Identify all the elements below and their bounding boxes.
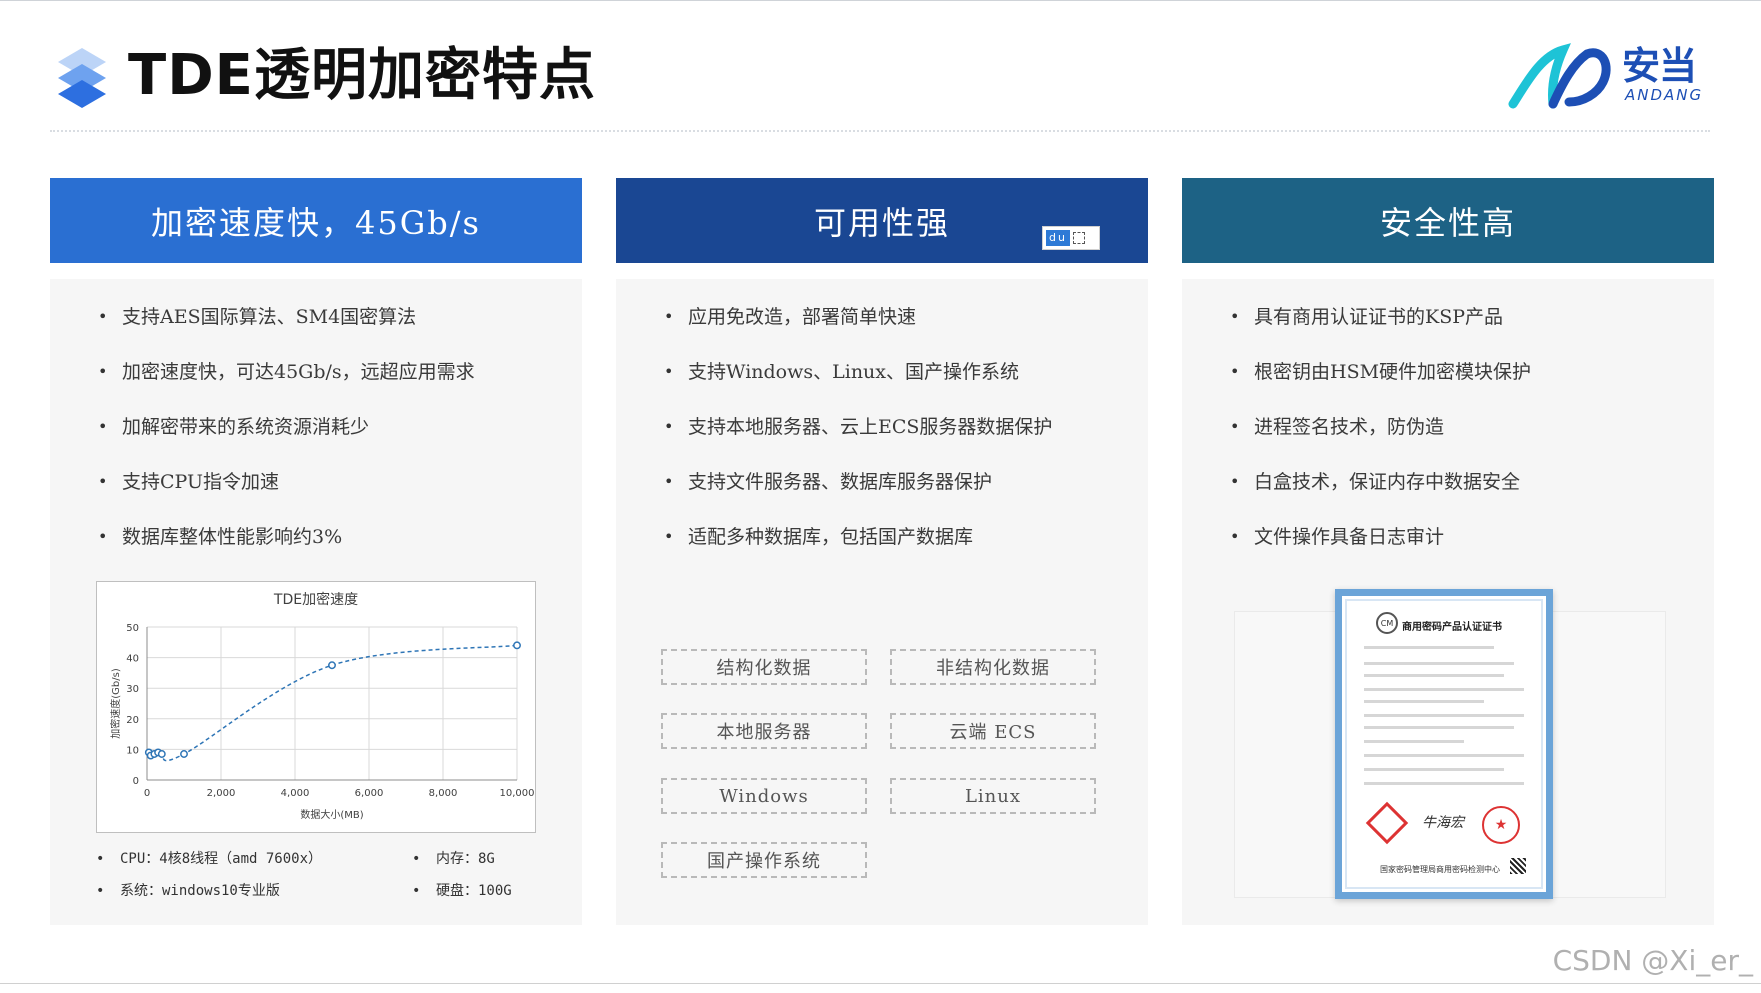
cert-emblem-icon bbox=[1365, 801, 1409, 845]
chart-y-label: 加密速度(Gb/s) bbox=[109, 668, 122, 739]
certificate-image: CM 商用密码产品认证证书 牛海宏 ★ 国家密码管理局商用密码检测中心 bbox=[1335, 589, 1553, 899]
list-item: 支持文件服务器、数据库服务器保护 bbox=[664, 466, 1148, 521]
chart-y-tick-label: 0 bbox=[133, 776, 139, 787]
cert-text-line bbox=[1364, 726, 1514, 729]
tag-domestic-os: 国产操作系统 bbox=[661, 842, 867, 878]
andang-mark-icon bbox=[1508, 43, 1611, 109]
brand-name: 安当 bbox=[1622, 44, 1697, 88]
speed-chart-svg: 0 2,000 4,000 6,000 8,000 10,000 0 10 20 30 40 50 TD… bbox=[109, 591, 535, 821]
cert-text-line bbox=[1364, 782, 1524, 785]
cert-text-line bbox=[1364, 646, 1494, 649]
du-badge[interactable]: du bbox=[1042, 226, 1100, 250]
tag-structured-data: 结构化数据 bbox=[661, 649, 867, 685]
column-heading: 安全性高 bbox=[1182, 178, 1714, 263]
list-item: 支持Windows、Linux、国产操作系统 bbox=[664, 356, 1148, 411]
chart-x-tick-label: 10,000 bbox=[500, 788, 535, 799]
cert-seal-icon: ★ bbox=[1482, 806, 1520, 844]
top-rule bbox=[0, 0, 1761, 1]
chart-data-point bbox=[157, 750, 166, 758]
list-item: 根密钥由HSM硬件加密模块保护 bbox=[1230, 356, 1714, 411]
cert-text-line bbox=[1364, 754, 1524, 757]
cert-title: 商用密码产品认证证书 bbox=[1402, 622, 1502, 633]
cert-footer: 国家密码管理局商用密码检测中心 bbox=[1380, 865, 1500, 874]
column-heading: 加密速度快，45Gb/s bbox=[50, 178, 582, 263]
brand-logo: 安当 ANDANG bbox=[1507, 42, 1707, 112]
page-title: TDE透明加密特点 bbox=[128, 43, 596, 108]
list-item: 支持AES国际算法、SM4国密算法 bbox=[98, 301, 582, 356]
chart-y-tick-label: 20 bbox=[126, 715, 139, 726]
chart-title: TDE加密速度 bbox=[273, 591, 358, 608]
tag-local-server: 本地服务器 bbox=[661, 713, 867, 749]
list-item: 支持CPU指令加速 bbox=[98, 466, 582, 521]
column-speed: 加密速度快，45Gb/s 支持AES国际算法、SM4国密算法 加密速度快，可达4… bbox=[50, 178, 582, 925]
scan-icon bbox=[1072, 232, 1085, 244]
chart-data-point bbox=[513, 641, 521, 650]
list-item: 加解密带来的系统资源消耗少 bbox=[98, 411, 582, 466]
tag-cloud-ecs: 云端 ECS bbox=[890, 713, 1096, 749]
feature-list: 支持AES国际算法、SM4国密算法 加密速度快，可达45Gb/s，远超应用需求 … bbox=[50, 279, 582, 576]
list-item: 适配多种数据库，包括国产数据库 bbox=[664, 521, 1148, 576]
brand-name-en: ANDANG bbox=[1625, 86, 1704, 104]
chart-x-tick-label: 0 bbox=[144, 788, 150, 799]
spec-os: 系统：windows10专业版 bbox=[96, 881, 280, 901]
spec-cpu: CPU：4核8线程（amd 7600x） bbox=[96, 849, 322, 869]
list-item: 支持本地服务器、云上ECS服务器数据保护 bbox=[664, 411, 1148, 466]
cert-text-line bbox=[1364, 740, 1464, 743]
list-item: 应用免改造，部署简单快速 bbox=[664, 301, 1148, 356]
column-heading-text: 可用性强 bbox=[813, 203, 950, 242]
chart-y-tick-label: 50 bbox=[126, 623, 139, 634]
spec-disk: 硬盘：100G bbox=[412, 881, 512, 901]
list-item: 数据库整体性能影响约3% bbox=[98, 521, 582, 576]
feature-list: 具有商用认证证书的KSP产品 根密钥由HSM硬件加密模块保护 进程签名技术，防伪… bbox=[1182, 279, 1714, 576]
chart-y-tick-label: 10 bbox=[126, 745, 139, 756]
chart-x-tick-label: 2,000 bbox=[207, 788, 236, 799]
chart-x-tick-label: 6,000 bbox=[355, 788, 384, 799]
cert-text-line bbox=[1364, 768, 1504, 771]
column-body: 应用免改造，部署简单快速 支持Windows、Linux、国产操作系统 支持本地… bbox=[616, 279, 1148, 925]
list-item: 文件操作具备日志审计 bbox=[1230, 521, 1714, 576]
header-divider bbox=[50, 130, 1710, 132]
speed-chart: 0 2,000 4,000 6,000 8,000 10,000 0 10 20 30 40 50 TD… bbox=[96, 581, 536, 833]
cert-logo-icon: CM bbox=[1376, 612, 1398, 634]
chart-x-tick-label: 8,000 bbox=[429, 788, 458, 799]
spec-memory: 内存：8G bbox=[412, 849, 495, 869]
feature-list: 应用免改造，部署简单快速 支持Windows、Linux、国产操作系统 支持本地… bbox=[616, 279, 1148, 576]
layers-icon bbox=[58, 48, 106, 108]
column-security: 安全性高 具有商用认证证书的KSP产品 根密钥由HSM硬件加密模块保护 进程签名… bbox=[1182, 178, 1714, 925]
chart-y-tick-label: 40 bbox=[126, 654, 139, 665]
chart-x-label: 数据大小(MB) bbox=[300, 808, 363, 821]
column-body: 具有商用认证证书的KSP产品 根密钥由HSM硬件加密模块保护 进程签名技术，防伪… bbox=[1182, 279, 1714, 925]
list-item: 具有商用认证证书的KSP产品 bbox=[1230, 301, 1714, 356]
cert-text-line bbox=[1364, 688, 1524, 691]
bottom-rule bbox=[0, 983, 1761, 984]
chart-data-point bbox=[180, 750, 188, 758]
chart-data-point bbox=[328, 661, 336, 670]
list-item: 加密速度快，可达45Gb/s，远超应用需求 bbox=[98, 356, 582, 411]
list-item: 进程签名技术，防伪造 bbox=[1230, 411, 1714, 466]
column-availability: 可用性强 du 应用免改造，部署简单快速 支持Windows、Linux、国产操… bbox=[616, 178, 1148, 925]
cert-text-line bbox=[1364, 674, 1504, 677]
du-icon: du bbox=[1046, 230, 1070, 246]
chart-x-tick-label: 4,000 bbox=[281, 788, 310, 799]
column-body: 支持AES国际算法、SM4国密算法 加密速度快，可达45Gb/s，远超应用需求 … bbox=[50, 279, 582, 925]
cert-text-line bbox=[1364, 662, 1514, 665]
cert-text-line bbox=[1364, 700, 1484, 703]
cert-text-line bbox=[1364, 714, 1524, 717]
tag-windows: Windows bbox=[661, 778, 867, 814]
qr-code-icon bbox=[1510, 858, 1526, 874]
cert-signature: 牛海宏 bbox=[1422, 815, 1464, 831]
tag-unstructured-data: 非结构化数据 bbox=[890, 649, 1096, 685]
column-heading: 可用性强 du bbox=[616, 178, 1148, 263]
list-item: 白盒技术，保证内存中数据安全 bbox=[1230, 466, 1714, 521]
chart-y-tick-label: 30 bbox=[126, 684, 139, 695]
watermark: CSDN @Xi_er_ bbox=[1552, 944, 1753, 977]
tag-linux: Linux bbox=[890, 778, 1096, 814]
